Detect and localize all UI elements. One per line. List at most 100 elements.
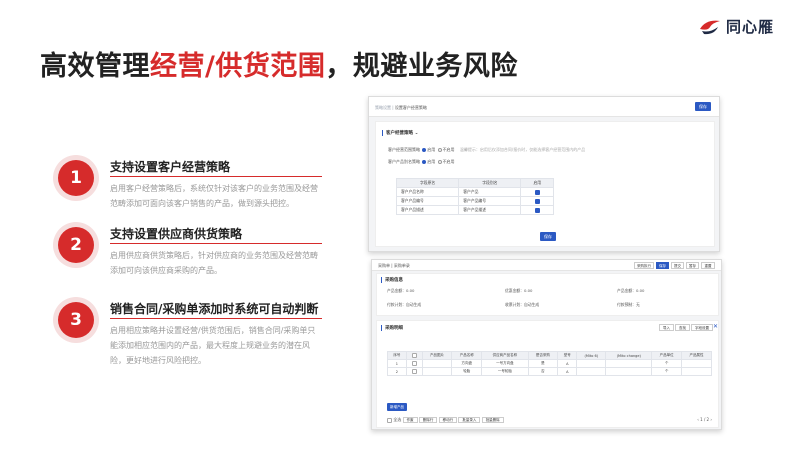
save-button[interactable]: 保存 bbox=[656, 262, 669, 269]
feature-divider bbox=[110, 243, 322, 244]
footer-select-all[interactable]: 全选 bbox=[393, 417, 401, 422]
title-part2: ，规避业务风险 bbox=[325, 51, 518, 82]
radio-enable-scope[interactable] bbox=[422, 148, 427, 152]
alias-cell[interactable]: 客户产品编号 bbox=[458, 196, 522, 206]
find-button[interactable]: 查找 bbox=[675, 324, 690, 331]
option-label: 启用 bbox=[427, 147, 436, 152]
draft-button[interactable]: 暂存 bbox=[686, 262, 699, 269]
field-label: 产品金额： bbox=[387, 288, 406, 293]
cell bbox=[520, 205, 554, 215]
cell bbox=[576, 359, 607, 368]
alias-cell[interactable]: 客户产品描述 bbox=[458, 205, 522, 215]
cell[interactable]: 一号方向盘 bbox=[481, 359, 529, 368]
feature-number-badge: 3 bbox=[58, 302, 94, 338]
feature-number-badge: 1 bbox=[58, 160, 94, 196]
cell bbox=[681, 359, 712, 368]
breadcrumb-parent[interactable]: 策略设置 | bbox=[375, 105, 394, 110]
prev-page-icon[interactable]: ‹ bbox=[697, 417, 699, 422]
batch-delete-button[interactable]: 批量删除 bbox=[481, 417, 504, 423]
field-payment-plan: 付款计划：自动生成 bbox=[387, 302, 421, 308]
field-value[interactable]: 自动生成 bbox=[524, 302, 539, 307]
field-value: 0.00 bbox=[405, 288, 415, 293]
field-label: 产品金额： bbox=[617, 288, 636, 293]
table-row: 客户产品描述 客户产品描述 bbox=[395, 205, 554, 215]
col-unit: 产品单位 bbox=[651, 351, 683, 360]
section-title: 采购明细 bbox=[385, 326, 403, 331]
feature-desc: 启用相应策略并设置经营/供货范围后，销售合同/采购单只能添加相应范围内的产品，最… bbox=[110, 326, 316, 365]
cell: 个 bbox=[651, 359, 683, 368]
submit-button[interactable]: 提交 bbox=[671, 262, 684, 269]
cell: 客户产品描述 bbox=[395, 205, 460, 215]
field-label: 优惠金额： bbox=[505, 288, 524, 293]
scope-strategy-row: 客户经营范围策略 启用 不启用 温馨提示：启用后仅添加合同/报价时，仅能选择客户… bbox=[388, 147, 585, 153]
field-value[interactable]: 自动生成 bbox=[406, 302, 421, 307]
alias-table: 字段原名 字段别名 启用 客户产品名称 客户产品 客户产品编号 客户产品编号 客 bbox=[395, 178, 554, 215]
cell: 客户产品编号 bbox=[395, 196, 460, 206]
col-mito-change: (Mito change) bbox=[605, 351, 653, 360]
enable-checkbox[interactable] bbox=[534, 189, 540, 195]
cell[interactable]: 一号轮胎 bbox=[481, 367, 529, 376]
table-row: 2 轮胎 一号轮胎 否 A 个 bbox=[387, 367, 712, 376]
feature-divider bbox=[110, 318, 322, 319]
option-label: 启用 bbox=[427, 159, 436, 164]
reset-button[interactable]: 重置 bbox=[701, 262, 715, 269]
cell bbox=[681, 367, 712, 376]
save-button[interactable]: 保存 bbox=[695, 102, 711, 111]
field-value[interactable]: 0.00 bbox=[524, 288, 532, 293]
cell[interactable]: 方向盘 bbox=[451, 359, 483, 368]
hint-text: 温馨提示：启用后仅添加合同/报价时，仅能选择客户经营范围内的产品 bbox=[459, 147, 586, 152]
field-value: 0.00 bbox=[635, 288, 645, 293]
field-product-amount: 产品金额：0.00 bbox=[387, 288, 414, 294]
alias-cell[interactable]: 客户产品 bbox=[458, 187, 522, 197]
add-product-button[interactable]: 新增产品 bbox=[387, 403, 407, 411]
cell[interactable]: 轮胎 bbox=[451, 367, 483, 376]
page-indicator: 1 / 2 bbox=[700, 417, 710, 422]
radio-disable-alias[interactable] bbox=[437, 160, 442, 164]
radio-disable-scope[interactable] bbox=[437, 148, 442, 152]
col-attribute: 产品属性 bbox=[681, 351, 712, 360]
batch-entry-button[interactable]: 批量录入 bbox=[458, 417, 481, 423]
select-all-footer-checkbox[interactable] bbox=[387, 417, 392, 423]
field-invoice-plan: 收票计划：自动生成 bbox=[505, 302, 539, 308]
next-page-icon[interactable]: › bbox=[710, 417, 712, 422]
title-part1: 高效管理 bbox=[40, 51, 150, 82]
feature-divider bbox=[110, 176, 322, 177]
field-label: 付款预制： bbox=[617, 302, 636, 307]
field-discount: 优惠金额：0.00 bbox=[505, 288, 532, 294]
cell bbox=[421, 359, 453, 368]
field-settings-button[interactable]: 字段设置 bbox=[691, 324, 713, 331]
col-alias-name: 字段别名 bbox=[458, 178, 522, 188]
cell bbox=[576, 367, 607, 376]
panel1-topbar: 策略设置 | 设置客户经营策略 保存 bbox=[369, 97, 719, 117]
col-image: 产品图片 bbox=[421, 351, 453, 360]
enable-checkbox[interactable] bbox=[534, 198, 540, 204]
save-bottom-button[interactable]: 保存 bbox=[540, 232, 556, 241]
purchase-detail-table: 序号 产品图片 产品名称 供应商产品名称 是否采购 型号 (Mito 6) (M… bbox=[387, 351, 712, 376]
enable-checkbox[interactable] bbox=[534, 207, 540, 213]
breadcrumb: 策略设置 | 设置客户经营策略 bbox=[375, 105, 427, 111]
row-checkbox[interactable] bbox=[411, 369, 417, 374]
feature-desc: 启用供应商供货策略后，针对供应商的业务范围及经营范畴添加可向该供应商采购的产品。 bbox=[110, 251, 318, 275]
delete-row-button[interactable]: 删除行 bbox=[418, 417, 438, 423]
panel2-topbar: 采购单 | 采购单录 采购执行 保存 提交 暂存 重置 bbox=[372, 260, 721, 271]
chevron-down-icon[interactable]: ⌄ bbox=[415, 131, 419, 136]
void-button[interactable]: 作废 bbox=[402, 417, 418, 423]
table-row: 1 方向盘 一号方向盘 是 A 个 bbox=[387, 359, 712, 368]
import-button[interactable]: 导入 bbox=[659, 324, 674, 331]
brand-logo: 同心雁 bbox=[698, 16, 774, 37]
field-prepay: 付款预制：无 bbox=[617, 302, 640, 308]
move-row-button[interactable]: 移动行 bbox=[438, 417, 458, 423]
purchase-exec-button[interactable]: 采购执行 bbox=[634, 262, 654, 269]
cell bbox=[405, 359, 423, 368]
radio-enable-alias[interactable] bbox=[422, 160, 427, 164]
field-value[interactable]: 无 bbox=[636, 302, 640, 307]
section-header: 采购信息 bbox=[381, 277, 403, 283]
feature-title: 支持设置供应商供货策略 bbox=[110, 227, 243, 241]
row-checkbox[interactable] bbox=[411, 361, 417, 366]
close-icon[interactable]: ✕ bbox=[713, 324, 718, 330]
table-row: 客户产品名称 客户产品 bbox=[395, 187, 554, 197]
purchase-detail-block: 采购明细 导入 查找 字段设置 ✕ 序号 产品图片 产品名称 供应商产品名称 是… bbox=[376, 320, 719, 428]
col-mito6: (Mito 6) bbox=[576, 351, 607, 360]
cell: A bbox=[557, 359, 578, 368]
select-all-checkbox[interactable] bbox=[411, 353, 417, 358]
